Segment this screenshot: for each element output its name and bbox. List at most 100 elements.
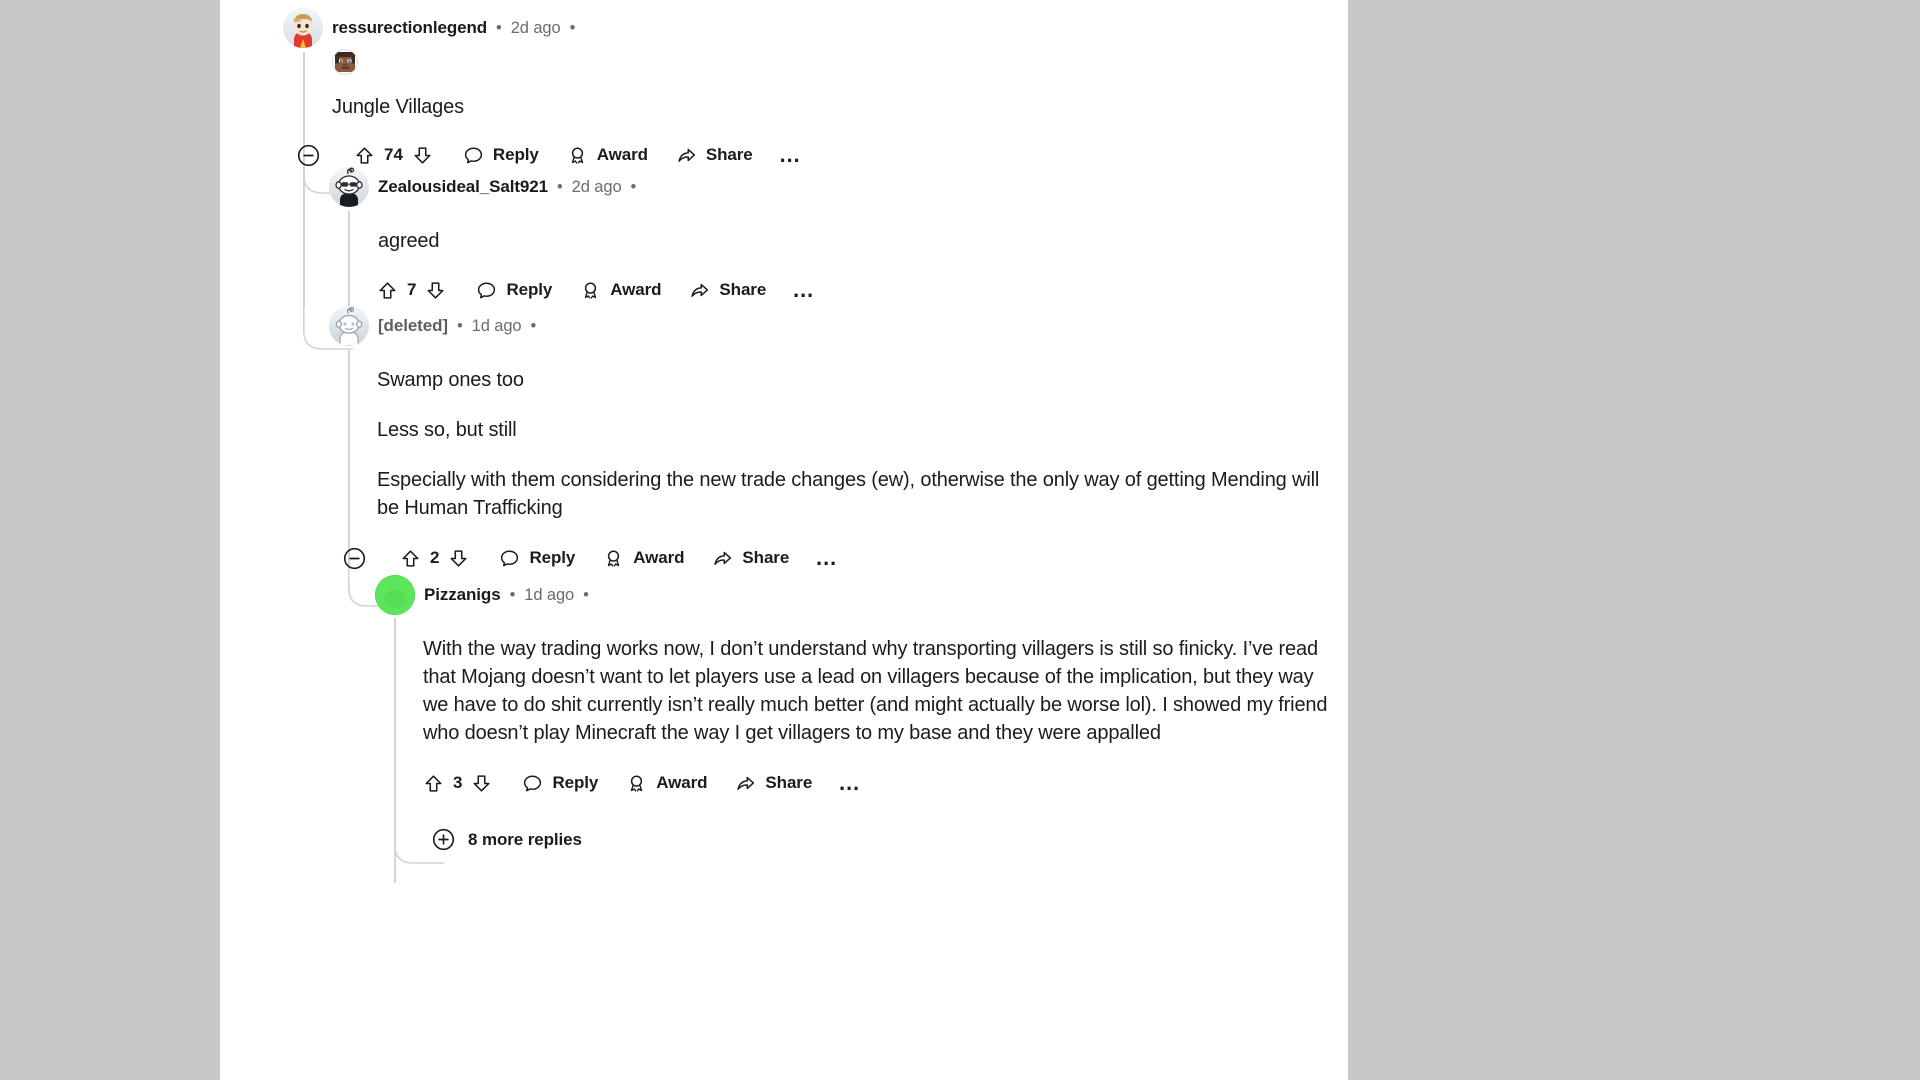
reply-button[interactable]: Reply (522, 773, 598, 794)
share-label: Share (719, 280, 767, 299)
reply-label: Reply (492, 145, 539, 164)
vote-group: 3 (423, 773, 492, 794)
comment-username[interactable]: Zealousideal_Salt921 (378, 177, 548, 197)
comment-username: [deleted] (378, 316, 448, 335)
more-options-icon[interactable]: … (792, 279, 816, 301)
minecraft-steve-head-icon (332, 49, 358, 75)
comment-bubble-icon (463, 145, 484, 166)
reply-button[interactable]: Reply (476, 280, 552, 301)
vote-group: 7 (377, 280, 446, 301)
collapse-minus-icon[interactable] (343, 547, 366, 570)
comment-trailing-separator: • (583, 585, 589, 604)
award-button[interactable]: Award (626, 773, 708, 794)
comment-username[interactable]: Pizzanigs (424, 585, 501, 605)
comment-header: ressurectionlegend • 2d ago • (283, 8, 1323, 48)
comment-paragraph: Jungle Villages (332, 96, 464, 118)
award-label: Award (596, 145, 648, 164)
comment-trailing-separator: • (569, 18, 576, 37)
share-button[interactable]: Share (735, 773, 812, 794)
expand-plus-icon (432, 828, 455, 851)
downvote-arrow-icon[interactable] (471, 773, 492, 794)
comment-header: Pizzanigs • 1d ago • (375, 575, 1375, 615)
avatar-boy-red-shirt[interactable] (283, 8, 323, 48)
reply-button[interactable]: Reply (463, 145, 539, 166)
comment-separator: • (496, 18, 502, 37)
share-label: Share (742, 548, 790, 567)
award-button[interactable]: Award (580, 280, 662, 301)
comment-deleted: [deleted] • 1d ago • Swamp ones too Less… (329, 306, 1339, 576)
screenshot-root: ressurectionlegend • 2d ago • Jungle Vil… (0, 0, 1920, 1080)
reply-button[interactable]: Reply (499, 548, 575, 569)
award-medal-icon (567, 145, 588, 166)
reply-label: Reply (506, 280, 553, 299)
share-arrow-icon (712, 548, 733, 569)
award-medal-icon (626, 773, 647, 794)
comment-ressurectionlegend: ressurectionlegend • 2d ago • Jungle Vil… (283, 8, 1323, 173)
upvote-arrow-icon[interactable] (423, 773, 444, 794)
comment-username[interactable]: ressurectionlegend (332, 18, 487, 38)
comment-body: agreed (378, 227, 1329, 255)
more-options-icon[interactable]: … (838, 772, 862, 794)
award-medal-icon (580, 280, 601, 301)
share-button[interactable]: Share (689, 280, 766, 301)
comment-body: With the way trading works now, I don’t … (423, 635, 1335, 747)
comment-zealousideal-salt921: Zealousideal_Salt921 • 2d ago • agreed 7… (329, 167, 1329, 308)
comment-separator: • (556, 177, 563, 196)
upvote-arrow-icon[interactable] (400, 548, 421, 569)
comment-trailing-separator: • (530, 316, 537, 335)
user-flair[interactable] (332, 49, 1323, 75)
downvote-arrow-icon[interactable] (412, 145, 433, 166)
share-button[interactable]: Share (676, 145, 753, 166)
comment-bubble-icon (499, 548, 520, 569)
more-replies-label: 8 more replies (468, 829, 582, 849)
share-arrow-icon (689, 280, 710, 301)
award-button[interactable]: Award (567, 145, 648, 166)
award-label: Award (633, 548, 685, 567)
avatar-snoo-deleted-gray[interactable] (329, 306, 369, 346)
share-label: Share (765, 773, 813, 792)
share-arrow-icon (735, 773, 756, 794)
comment-trailing-separator: • (630, 177, 637, 196)
comment-header: Zealousideal_Salt921 • 2d ago • (329, 167, 1329, 207)
comment-paragraph: agreed (378, 230, 440, 252)
vote-group: 74 (354, 145, 433, 166)
comment-separator: • (509, 585, 516, 604)
award-medal-icon (603, 548, 624, 569)
comment-action-bar: 2 Reply Award Share … (343, 540, 1339, 576)
comment-timestamp: 1d ago (471, 316, 522, 335)
comment-paragraph: With the way trading works now, I don’t … (423, 638, 1328, 744)
downvote-arrow-icon[interactable] (425, 280, 446, 301)
vote-score: 2 (430, 548, 440, 567)
vote-score: 74 (384, 145, 403, 164)
comment-bubble-icon (522, 773, 543, 794)
downvote-arrow-icon[interactable] (448, 548, 469, 569)
vote-score: 3 (453, 773, 463, 792)
avatar-snoo-glasses-dark-shirt[interactable] (329, 167, 369, 207)
award-button[interactable]: Award (603, 548, 685, 569)
comment-separator: • (456, 316, 463, 335)
avatar-green-circle[interactable] (375, 575, 415, 615)
more-options-icon[interactable]: … (779, 144, 803, 166)
vote-group: 2 (400, 548, 469, 569)
more-options-icon[interactable]: … (815, 547, 839, 569)
share-arrow-icon (676, 145, 697, 166)
award-label: Award (610, 280, 662, 299)
comment-action-bar: 3 Reply Award Share … (423, 765, 1375, 801)
comment-bubble-icon (476, 280, 497, 301)
comment-pizzanigs: Pizzanigs • 1d ago • With the way tradin… (375, 575, 1375, 801)
share-button[interactable]: Share (712, 548, 789, 569)
comment-thread-pane: ressurectionlegend • 2d ago • Jungle Vil… (220, 0, 1348, 1080)
share-label: Share (705, 145, 753, 164)
comment-paragraph: Swamp ones too (377, 369, 524, 391)
comment-timestamp: 2d ago (510, 18, 561, 37)
collapse-minus-icon[interactable] (297, 144, 320, 167)
reply-label: Reply (552, 773, 599, 792)
comment-timestamp: 2d ago (571, 177, 622, 196)
upvote-arrow-icon[interactable] (354, 145, 375, 166)
vote-score: 7 (407, 280, 417, 299)
comment-paragraph: Less so, but still (377, 419, 517, 441)
more-replies-button[interactable]: 8 more replies (432, 828, 582, 851)
upvote-arrow-icon[interactable] (377, 280, 398, 301)
comment-body: Swamp ones too Less so, but still Especi… (377, 366, 1337, 522)
comment-header: [deleted] • 1d ago • (329, 306, 1339, 346)
